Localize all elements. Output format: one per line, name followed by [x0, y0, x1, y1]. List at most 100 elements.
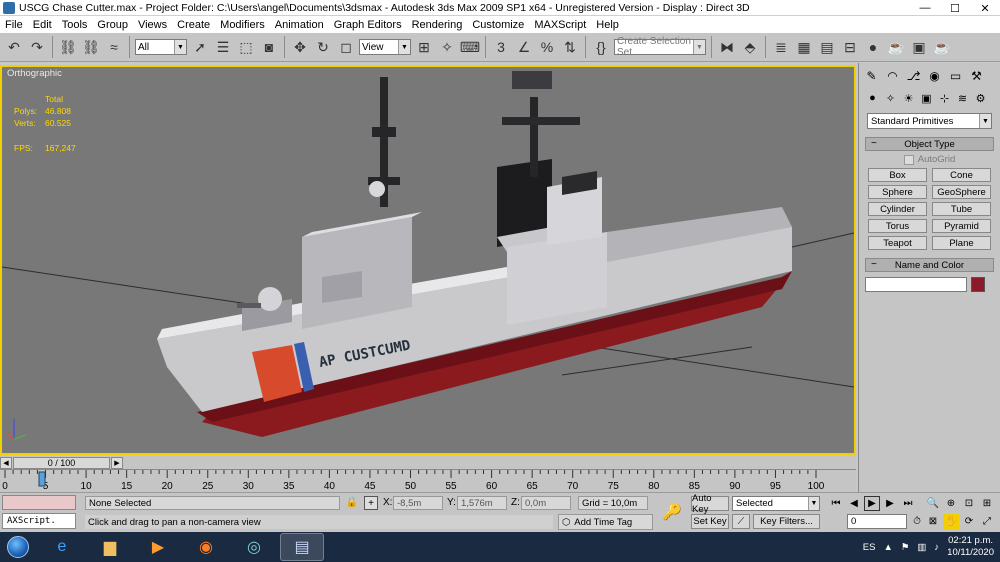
tube-button[interactable]: Tube: [932, 202, 991, 216]
previous-frame-icon[interactable]: ◀: [0, 457, 12, 469]
file-explorer-icon[interactable]: ▆: [88, 533, 132, 561]
media-player-icon[interactable]: ▶: [136, 533, 180, 561]
menu-file[interactable]: File: [0, 19, 28, 31]
menu-views[interactable]: Views: [133, 19, 172, 31]
curve-editor-icon[interactable]: ▤: [817, 36, 837, 58]
next-key-icon[interactable]: ▶: [882, 496, 898, 511]
hierarchy-tab-icon[interactable]: ⎇: [904, 67, 923, 85]
maximize-button[interactable]: ☐: [940, 0, 970, 16]
set-key-button[interactable]: Set Key: [691, 514, 729, 529]
torus-button[interactable]: Torus: [868, 219, 927, 233]
time-configuration-icon[interactable]: ⏱: [909, 514, 925, 529]
spinner-snap-icon[interactable]: ⇅: [560, 36, 580, 58]
object-color-swatch[interactable]: [971, 277, 985, 292]
create-tab-icon[interactable]: ✎: [862, 67, 881, 85]
menu-animation[interactable]: Animation: [270, 19, 329, 31]
select-object-icon[interactable]: ➚: [190, 36, 210, 58]
link-icon[interactable]: ⛓: [58, 36, 78, 58]
edit-named-selection-icon[interactable]: {}: [591, 36, 611, 58]
angle-snap-icon[interactable]: ∠: [514, 36, 534, 58]
render-setup-icon[interactable]: ☕: [886, 36, 906, 58]
schematic-view-icon[interactable]: ⊟: [840, 36, 860, 58]
selection-filter-dropdown[interactable]: All ▼: [135, 39, 187, 55]
undo-icon[interactable]: ↶: [4, 36, 24, 58]
x-coordinate-field[interactable]: -8,5m: [393, 496, 443, 510]
bind-space-warp-icon[interactable]: ≈: [104, 36, 124, 58]
helpers-icon[interactable]: ⊹: [936, 90, 953, 106]
modify-tab-icon[interactable]: ◠: [883, 67, 902, 85]
percent-snap-icon[interactable]: %: [537, 36, 557, 58]
select-by-name-icon[interactable]: ☰: [213, 36, 233, 58]
orbit-icon[interactable]: ⟳: [961, 514, 977, 529]
reference-coordinate-dropdown[interactable]: View ▼: [359, 39, 411, 55]
quick-render-icon[interactable]: ☕: [932, 36, 952, 58]
internet-explorer-icon[interactable]: e: [40, 533, 84, 561]
network-icon[interactable]: ▥: [917, 542, 926, 553]
menu-modifiers[interactable]: Modifiers: [215, 19, 270, 31]
geosphere-button[interactable]: GeoSphere: [932, 185, 991, 199]
next-frame-icon[interactable]: ▶: [111, 457, 123, 469]
object-type-header[interactable]: − Object Type: [865, 137, 994, 151]
default-in-out-tangent-icon[interactable]: ⟋: [732, 514, 750, 529]
z-coordinate-field[interactable]: 0,0m: [521, 496, 571, 510]
viewport-orthographic[interactable]: AP CUSTCUMD Orthographic Total Polys: 46…: [0, 65, 856, 455]
auto-key-button[interactable]: Auto Key: [691, 493, 729, 515]
named-selection-dropdown[interactable]: Create Selection Set ▼: [614, 36, 706, 58]
track-bar[interactable]: 0 5 10 15 20 25 30 35 40 45 50 55 60 65 70 75 80 85 90 95 10…: [0, 470, 856, 492]
current-frame-field[interactable]: 0: [847, 514, 907, 529]
rotate-icon[interactable]: ↻: [313, 36, 333, 58]
graphite-tools-icon[interactable]: ▦: [794, 36, 814, 58]
set-keys-icon[interactable]: 🔑: [657, 499, 687, 525]
zoom-icon[interactable]: 🔍: [925, 496, 941, 511]
geometry-icon[interactable]: ●: [864, 90, 881, 106]
pan-view-icon[interactable]: ✋: [943, 514, 959, 529]
viewport-label[interactable]: Orthographic: [7, 68, 62, 79]
object-name-input[interactable]: [865, 277, 967, 292]
unlink-icon[interactable]: ⛓: [81, 36, 101, 58]
tray-arrow-icon[interactable]: ▲: [883, 542, 892, 553]
keyboard-shortcut-icon[interactable]: ⌨: [460, 36, 480, 58]
name-and-color-header[interactable]: − Name and Color: [865, 258, 994, 272]
menu-create[interactable]: Create: [172, 19, 215, 31]
box-button[interactable]: Box: [868, 168, 927, 182]
teapot-button[interactable]: Teapot: [868, 236, 927, 250]
key-filters-button[interactable]: Key Filters...: [753, 514, 820, 529]
key-selection-dropdown[interactable]: Selected ▼: [732, 496, 820, 511]
menu-help[interactable]: Help: [591, 19, 624, 31]
plane-button[interactable]: Plane: [932, 236, 991, 250]
close-button[interactable]: ✕: [970, 0, 1000, 16]
language-indicator[interactable]: ES: [863, 542, 876, 553]
volume-icon[interactable]: ♪: [934, 542, 939, 553]
redo-icon[interactable]: ↷: [27, 36, 47, 58]
space-warps-icon[interactable]: ≋: [954, 90, 971, 106]
zoom-extents-icon[interactable]: ⊡: [961, 496, 977, 511]
align-icon[interactable]: ⬘: [740, 36, 760, 58]
scale-icon[interactable]: ◻: [336, 36, 356, 58]
window-crossing-icon[interactable]: ◙: [259, 36, 279, 58]
paint-icon[interactable]: ▤: [280, 533, 324, 561]
layer-manager-icon[interactable]: ≣: [771, 36, 791, 58]
pivot-center-icon[interactable]: ⊞: [414, 36, 434, 58]
zoom-region-icon[interactable]: ⊠: [925, 514, 941, 529]
rectangular-selection-icon[interactable]: ⬚: [236, 36, 256, 58]
play-icon[interactable]: ▶: [864, 496, 880, 511]
mirror-icon[interactable]: ⧓: [717, 36, 737, 58]
go-to-start-icon[interactable]: ⏮: [828, 496, 844, 511]
pyramid-button[interactable]: Pyramid: [932, 219, 991, 233]
cylinder-button[interactable]: Cylinder: [868, 202, 927, 216]
menu-tools[interactable]: Tools: [57, 19, 93, 31]
cameras-icon[interactable]: ▣: [918, 90, 935, 106]
add-time-tag-button[interactable]: ⬡ Add Time Tag: [558, 514, 653, 530]
start-button[interactable]: [0, 533, 36, 561]
rendered-frame-icon[interactable]: ▣: [909, 36, 929, 58]
snaps-toggle-icon[interactable]: 3: [491, 36, 511, 58]
time-slider-thumb[interactable]: 0 / 100: [13, 457, 110, 469]
maximize-viewport-icon[interactable]: ⤢: [979, 514, 995, 529]
y-coordinate-field[interactable]: 1,576m: [457, 496, 507, 510]
go-to-end-icon[interactable]: ⏭: [900, 496, 916, 511]
menu-group[interactable]: Group: [92, 19, 133, 31]
cone-button[interactable]: Cone: [932, 168, 991, 182]
maxscript-listener-input[interactable]: AXScript.: [2, 513, 76, 529]
primitive-category-dropdown[interactable]: Standard Primitives ▼: [867, 113, 992, 129]
shapes-icon[interactable]: ✧: [882, 90, 899, 106]
